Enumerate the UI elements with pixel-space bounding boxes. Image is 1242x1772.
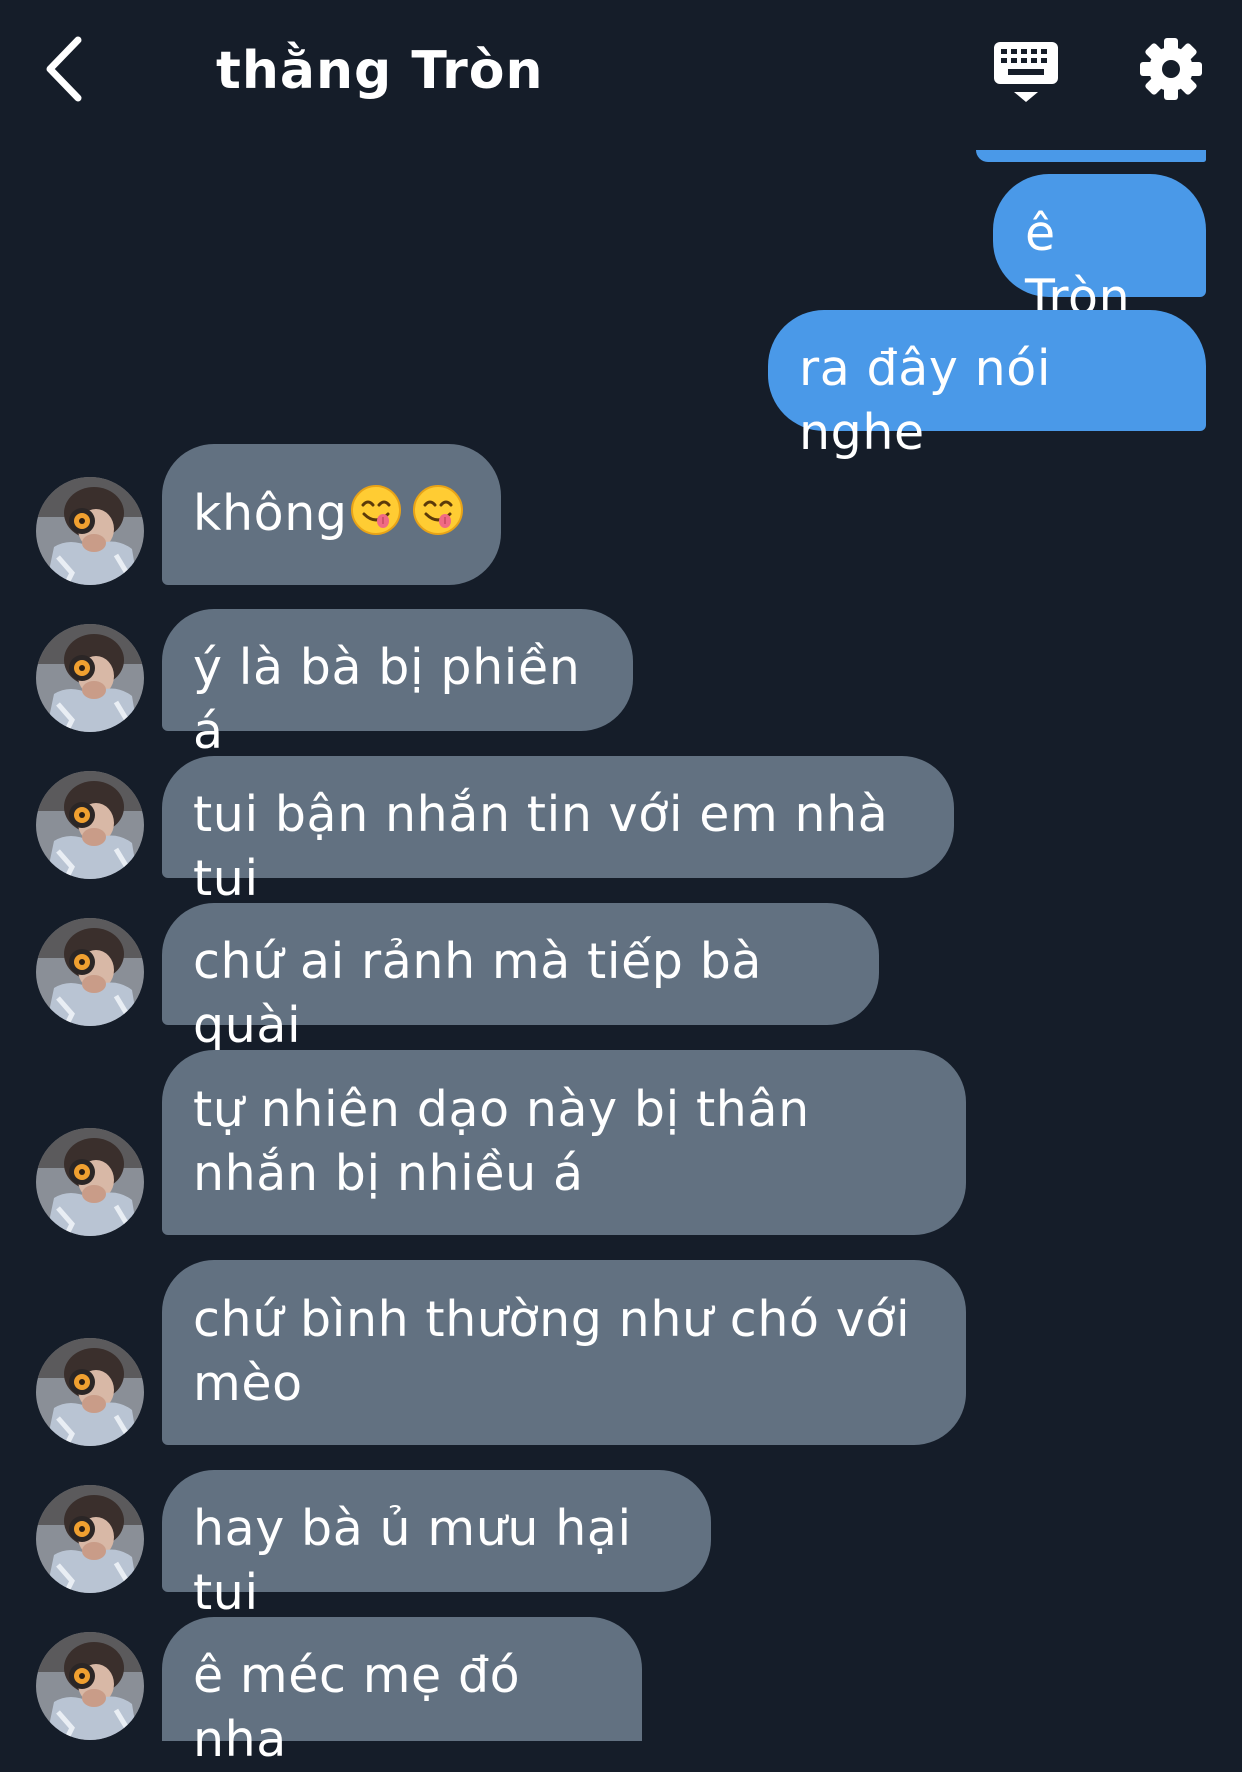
message-text: ý là bà bị phiền á xyxy=(193,639,581,760)
back-button[interactable] xyxy=(36,32,100,106)
message-text: ra đây nói nghe xyxy=(799,340,1052,461)
message-text: tui bận nhắn tin với em nhà tui xyxy=(193,786,889,907)
outgoing-message[interactable]: ra đây nói nghe xyxy=(768,310,1206,461)
message-text: tự nhiên dạo này bị thân nhắn bị nhiều á xyxy=(193,1081,810,1202)
chevron-left-icon xyxy=(46,36,82,102)
message-text: không xyxy=(193,485,348,542)
contact-avatar[interactable] xyxy=(36,1338,144,1446)
incoming-message[interactable]: tui bận nhắn tin với em nhà tui xyxy=(162,756,954,907)
incoming-message[interactable]: ê méc mẹ đó nha xyxy=(162,1617,642,1768)
message-text: ê Tròn xyxy=(1025,205,1131,326)
incoming-message[interactable]: hay bà ủ mưu hại tui xyxy=(162,1470,711,1621)
contact-avatar[interactable] xyxy=(36,1632,144,1740)
message-text: ê méc mẹ đó nha xyxy=(193,1647,521,1768)
previous-message-edge xyxy=(976,150,1206,162)
incoming-message[interactable]: không xyxy=(162,444,501,585)
contact-avatar[interactable] xyxy=(36,1128,144,1236)
message-text: chứ ai rảnh mà tiếp bà quài xyxy=(193,933,763,1054)
contact-avatar[interactable] xyxy=(36,771,144,879)
contact-avatar[interactable] xyxy=(36,1485,144,1593)
face-savoring-food-emoji xyxy=(350,484,402,536)
incoming-message[interactable]: tự nhiên dạo này bị thân nhắn bị nhiều á xyxy=(162,1050,966,1235)
settings-button[interactable] xyxy=(1138,36,1204,102)
contact-avatar[interactable] xyxy=(36,918,144,1026)
keyboard-button[interactable] xyxy=(992,38,1060,106)
incoming-message[interactable]: chứ ai rảnh mà tiếp bà quài xyxy=(162,903,879,1054)
contact-name-title[interactable]: thằng Tròn xyxy=(216,36,543,106)
incoming-message[interactable]: chứ bình thường như chó với mèo xyxy=(162,1260,966,1445)
face-savoring-food-emoji xyxy=(412,484,464,536)
message-text: hay bà ủ mưu hại tui xyxy=(193,1500,632,1621)
keyboard-icon xyxy=(994,42,1058,102)
contact-avatar[interactable] xyxy=(36,477,144,585)
contact-avatar[interactable] xyxy=(36,624,144,732)
incoming-message[interactable]: ý là bà bị phiền á xyxy=(162,609,633,760)
chat-header: thằng Tròn xyxy=(0,0,1242,150)
outgoing-message[interactable]: ê Tròn xyxy=(993,174,1206,326)
gear-icon xyxy=(1140,38,1202,100)
message-text: chứ bình thường như chó với mèo xyxy=(193,1291,911,1412)
